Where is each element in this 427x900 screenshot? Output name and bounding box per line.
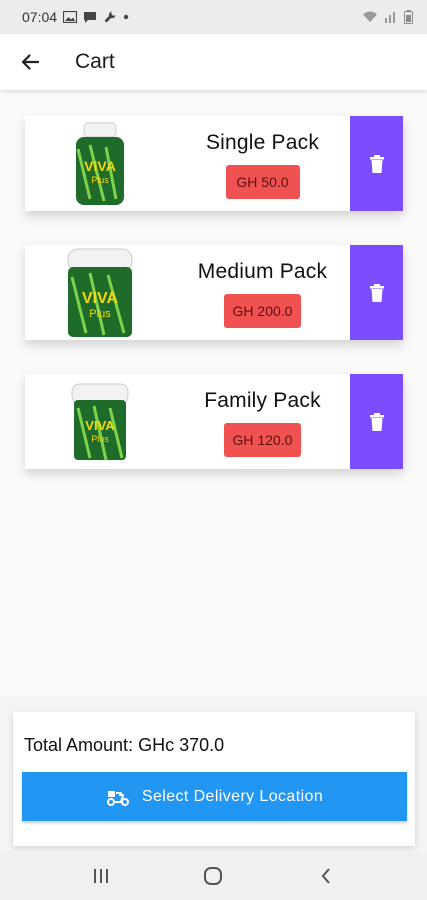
wrench-icon <box>103 10 117 24</box>
status-left: 07:04 <box>22 9 129 25</box>
delivery-button-label: Select Delivery Location <box>141 787 324 805</box>
svg-text:Plus: Plus <box>91 175 109 185</box>
arrow-left-icon <box>20 53 40 71</box>
recent-apps-button[interactable] <box>71 856 131 896</box>
svg-text:VIVA: VIVA <box>84 158 116 174</box>
signal-icon <box>384 11 398 23</box>
cart-list: VIVA Plus Single Pack GH 50.0 VIVA Plus … <box>25 116 403 503</box>
item-info: Medium Pack GH 200.0 <box>175 245 350 340</box>
battery-icon <box>404 10 413 24</box>
cart-item-family-pack[interactable]: VIVA Plus Family Pack GH 120.0 <box>25 374 403 469</box>
trash-icon <box>369 283 384 302</box>
price-badge: GH 120.0 <box>223 422 302 457</box>
svg-text:VIVA: VIVA <box>85 418 115 433</box>
price-badge: GH 200.0 <box>223 293 302 328</box>
price-badge: GH 50.0 <box>225 164 300 199</box>
message-icon <box>83 11 97 24</box>
dot-icon <box>123 14 129 20</box>
cart-item-medium-pack[interactable]: VIVA Plus Medium Pack GH 200.0 <box>25 245 403 340</box>
cart-content: VIVA Plus Single Pack GH 50.0 VIVA Plus … <box>0 90 427 695</box>
cart-item-single-pack[interactable]: VIVA Plus Single Pack GH 50.0 <box>25 116 403 211</box>
trash-icon <box>369 412 384 431</box>
total-amount: Total Amount: GHc 370.0 <box>24 735 225 755</box>
wifi-icon <box>362 11 378 23</box>
home-icon <box>203 866 223 886</box>
svg-text:Plus: Plus <box>89 308 111 320</box>
product-image: VIVA Plus <box>25 116 175 211</box>
page-title: Cart <box>75 50 115 73</box>
item-info: Family Pack GH 120.0 <box>175 374 350 469</box>
scooter-icon <box>106 788 130 806</box>
app-bar: Cart <box>0 34 427 90</box>
product-image: VIVA Plus <box>25 374 175 469</box>
product-image: VIVA Plus <box>25 245 175 340</box>
item-name: Single Pack <box>205 130 320 154</box>
delete-button[interactable] <box>350 374 403 469</box>
trash-icon <box>369 154 384 173</box>
status-bar: 07:04 <box>0 0 427 34</box>
home-button[interactable] <box>183 856 243 896</box>
svg-text:VIVA: VIVA <box>82 290 119 307</box>
recent-apps-icon <box>92 868 110 884</box>
back-button[interactable] <box>0 34 60 90</box>
status-right <box>362 10 413 24</box>
order-summary: Total Amount: GHc 370.0 Select Delivery … <box>13 712 415 846</box>
system-nav-bar <box>0 852 427 900</box>
back-icon <box>320 867 332 885</box>
item-info: Single Pack GH 50.0 <box>175 116 350 211</box>
system-back-button[interactable] <box>296 856 356 896</box>
svg-text:Plus: Plus <box>91 434 109 444</box>
select-delivery-location-button[interactable]: Select Delivery Location <box>22 772 407 821</box>
item-name: Family Pack <box>204 388 321 412</box>
item-name: Medium Pack <box>197 259 328 283</box>
status-time: 07:04 <box>22 9 58 25</box>
delete-button[interactable] <box>350 116 403 211</box>
delete-button[interactable] <box>350 245 403 340</box>
image-icon <box>63 11 78 23</box>
